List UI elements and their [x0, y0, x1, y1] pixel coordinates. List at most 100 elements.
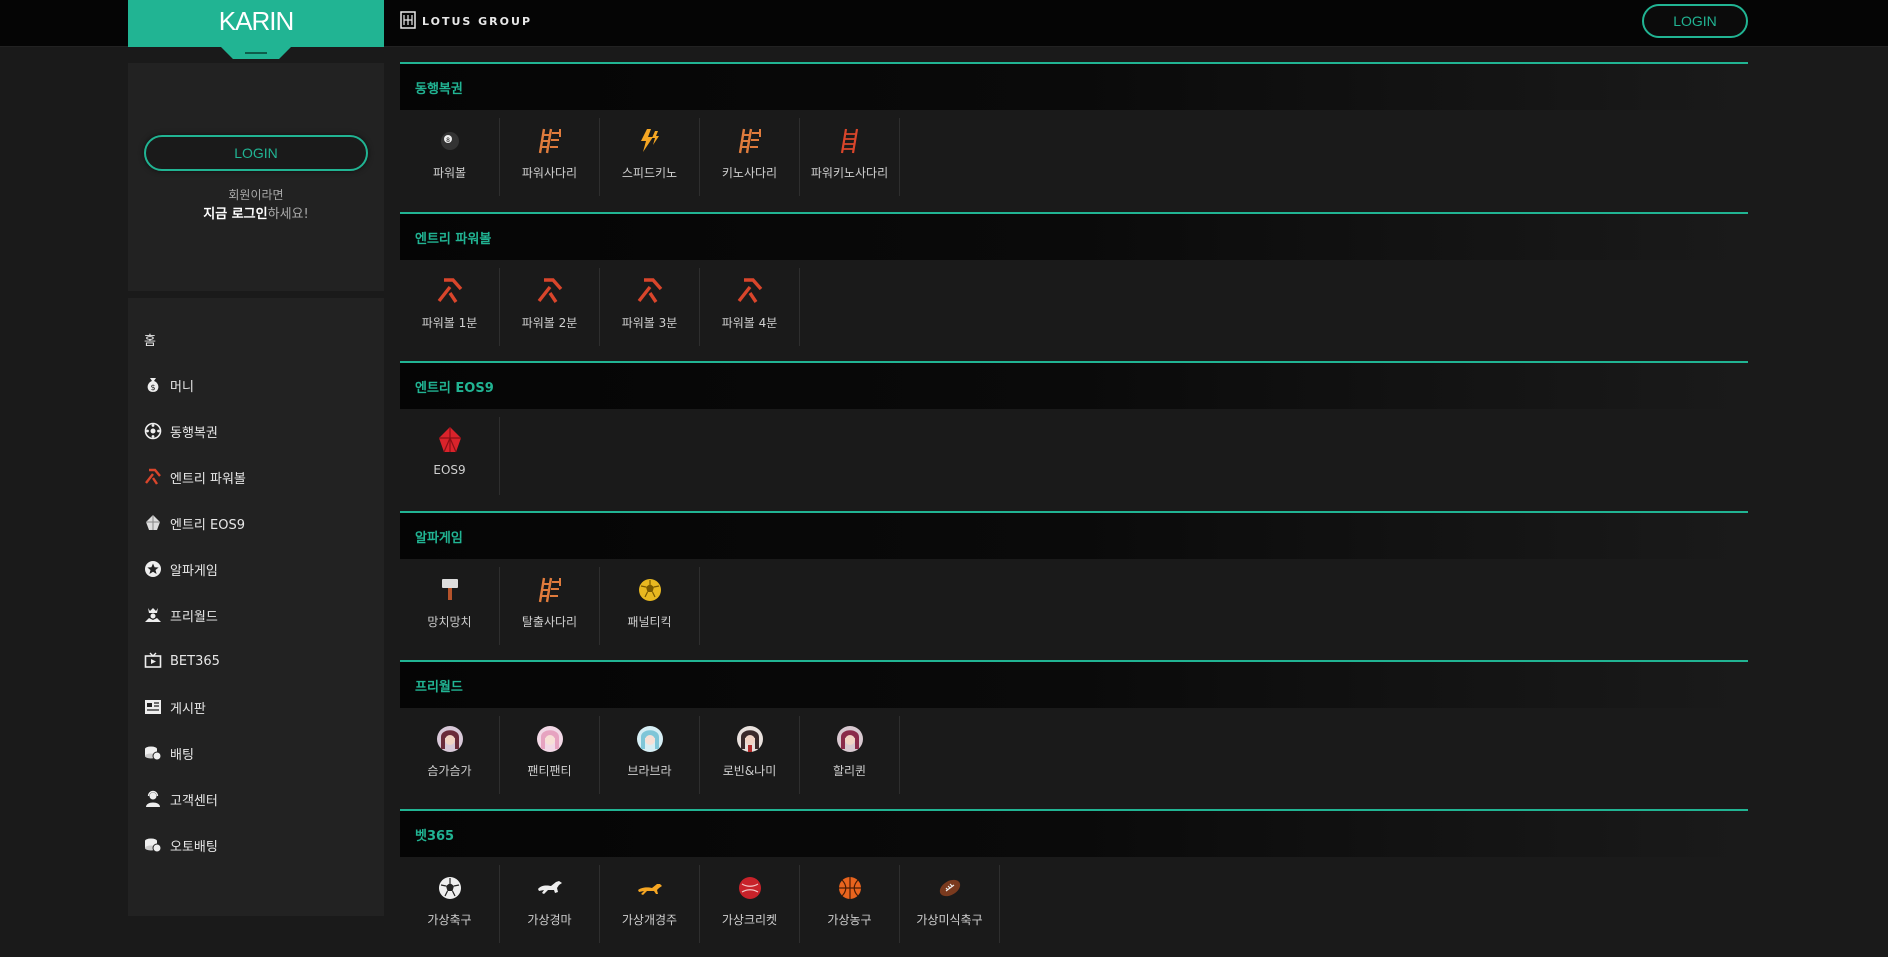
game-label: 팬티팬티 — [527, 764, 572, 778]
game-label: 파워볼 3분 — [621, 316, 678, 330]
powerball-icon — [633, 274, 667, 308]
game-label: 파워사다리 — [521, 166, 578, 180]
sidebar-item-entry-powerball[interactable]: 엔트리 파워볼 — [144, 465, 246, 489]
sidebar-item-label: BET365 — [170, 653, 220, 669]
8ball-icon: 8 — [433, 124, 467, 158]
sidebar-item-home[interactable]: 홈 — [144, 327, 156, 351]
section-alpha-game: 알파게임 망치망치 탈출사다리 패널티킥 — [400, 511, 1748, 659]
section-title: 엔트리 파워볼 — [400, 212, 1748, 260]
soccer-icon — [433, 871, 467, 905]
login-button[interactable]: LOGIN — [1642, 4, 1748, 38]
sidebar-item-alpha-game[interactable]: 알파게임 — [144, 557, 218, 581]
sidebar-item-label: 고객센터 — [170, 793, 218, 809]
horse-icon — [533, 871, 567, 905]
game-item[interactable]: 패널티킥 — [600, 567, 700, 645]
football-icon — [933, 871, 967, 905]
ladder-icon — [733, 124, 767, 158]
game-item[interactable]: 탈출사다리 — [500, 567, 600, 645]
game-label: 가상축구 — [427, 913, 472, 927]
section-bet365: 벳365 가상축구 가상경마 가상개경주 가상크리켓 가상농구 가상미식축구 — [400, 809, 1748, 957]
game-list: 가상축구 가상경마 가상개경주 가상크리켓 가상농구 가상미식축구 — [400, 857, 1748, 957]
game-label: 파워볼 2분 — [521, 316, 578, 330]
sidebar-item-betting[interactable]: 배팅 — [144, 741, 194, 765]
section-title: 벳365 — [400, 809, 1748, 857]
game-item[interactable]: 파워볼 2분 — [500, 268, 600, 346]
game-item[interactable]: 파워볼 1분 — [400, 268, 500, 346]
sidebar-item-label: 게시판 — [170, 701, 206, 717]
sidebar-item-free-world[interactable]: 프리월드 — [144, 603, 218, 627]
logo[interactable]: KARIN — [128, 0, 384, 47]
game-item[interactable]: 키노사다리 — [700, 118, 800, 196]
eos-icon — [433, 423, 467, 457]
sidebar-item-label: 머니 — [170, 379, 194, 395]
game-item[interactable]: 파워사다리 — [500, 118, 600, 196]
sidebar-item-label: 동행복권 — [170, 425, 218, 441]
sidebar-nav: 홈 $ 머니 동행복권 엔트리 파워볼 엔트리 EOS9 알파게임 프리월드 B… — [128, 298, 384, 916]
crown-person-icon — [144, 606, 162, 624]
game-item[interactable]: 로빈&나미 — [700, 716, 800, 794]
avatar-icon — [733, 722, 767, 756]
game-list: EOS9 — [400, 409, 1748, 509]
soccer-gold-icon — [633, 573, 667, 607]
logo-text: KARIN — [218, 6, 294, 36]
coins-icon — [144, 836, 162, 854]
game-item[interactable]: 가상미식축구 — [900, 865, 1000, 943]
game-label: 슴가슴가 — [427, 764, 472, 778]
section-entry-eos9: 엔트리 EOS9 EOS9 — [400, 361, 1748, 509]
lotus-icon — [400, 10, 416, 32]
sidebar-item-board[interactable]: 게시판 — [144, 695, 206, 719]
game-label: 스피드키노 — [621, 166, 678, 180]
game-item[interactable]: 팬티팬티 — [500, 716, 600, 794]
hammer-icon — [433, 573, 467, 607]
game-label: 가상개경주 — [621, 913, 678, 927]
game-item[interactable]: 8 파워볼 — [400, 118, 500, 196]
tv-icon — [144, 652, 162, 670]
section-lottery: 동행복권 8 파워볼 파워사다리 스피드키노 키노사다리 파워키노사다리 — [400, 62, 1748, 210]
sidebar-item-label: 오토배팅 — [170, 839, 218, 855]
sidebar-item-auto-betting[interactable]: 오토배팅 — [144, 833, 218, 857]
lottery-ball-icon — [144, 422, 162, 440]
sidebar-item-support[interactable]: 고객센터 — [144, 787, 218, 811]
game-label: 로빈&나미 — [722, 764, 777, 778]
login-message-rest: 하세요! — [267, 207, 309, 222]
game-item[interactable]: 가상개경주 — [600, 865, 700, 943]
game-item[interactable]: 망치망치 — [400, 567, 500, 645]
game-label: EOS9 — [433, 463, 466, 477]
game-label: 파워키노사다리 — [810, 166, 889, 180]
game-label: 파워볼 1분 — [421, 316, 478, 330]
brand-label: LOTUS GROUP — [400, 10, 532, 32]
game-item[interactable]: 브라브라 — [600, 716, 700, 794]
game-item[interactable]: 가상경마 — [500, 865, 600, 943]
powerball-icon — [144, 468, 162, 486]
sidebar-item-label: 엔트리 파워볼 — [170, 471, 246, 487]
sidebar-login-button[interactable]: LOGIN — [144, 135, 368, 171]
svg-text:8: 8 — [446, 137, 450, 144]
sidebar-item-bet365[interactable]: BET365 — [144, 649, 220, 673]
avatar-icon — [433, 722, 467, 756]
game-label: 브라브라 — [627, 764, 672, 778]
game-label: 가상경마 — [527, 913, 572, 927]
game-item[interactable]: EOS9 — [400, 417, 500, 495]
game-item[interactable]: 스피드키노 — [600, 118, 700, 196]
section-free-world: 프리월드 슴가슴가 팬티팬티 브라브라 로빈&나미 할리퀸 — [400, 660, 1748, 808]
game-item[interactable]: 가상농구 — [800, 865, 900, 943]
game-label: 탈출사다리 — [521, 615, 578, 629]
cricket-icon — [733, 871, 767, 905]
game-item[interactable]: 가상크리켓 — [700, 865, 800, 943]
login-message-line1: 회원이라면 — [228, 188, 284, 202]
sidebar-item-money[interactable]: $ 머니 — [144, 373, 194, 397]
star-icon — [144, 560, 162, 578]
game-item[interactable]: 파워볼 4분 — [700, 268, 800, 346]
sidebar-item-label: 배팅 — [170, 747, 194, 763]
game-item[interactable]: 파워키노사다리 — [800, 118, 900, 196]
sidebar-item-lottery[interactable]: 동행복권 — [144, 419, 218, 443]
game-item[interactable]: 파워볼 3분 — [600, 268, 700, 346]
svg-text:$: $ — [150, 383, 155, 392]
game-item[interactable]: 할리퀸 — [800, 716, 900, 794]
section-title: 프리월드 — [400, 660, 1748, 708]
game-item[interactable]: 가상축구 — [400, 865, 500, 943]
game-item[interactable]: 슴가슴가 — [400, 716, 500, 794]
game-label: 할리퀸 — [832, 764, 867, 778]
sidebar-item-entry-eos9[interactable]: 엔트리 EOS9 — [144, 511, 245, 535]
game-label: 파워볼 — [432, 166, 467, 180]
